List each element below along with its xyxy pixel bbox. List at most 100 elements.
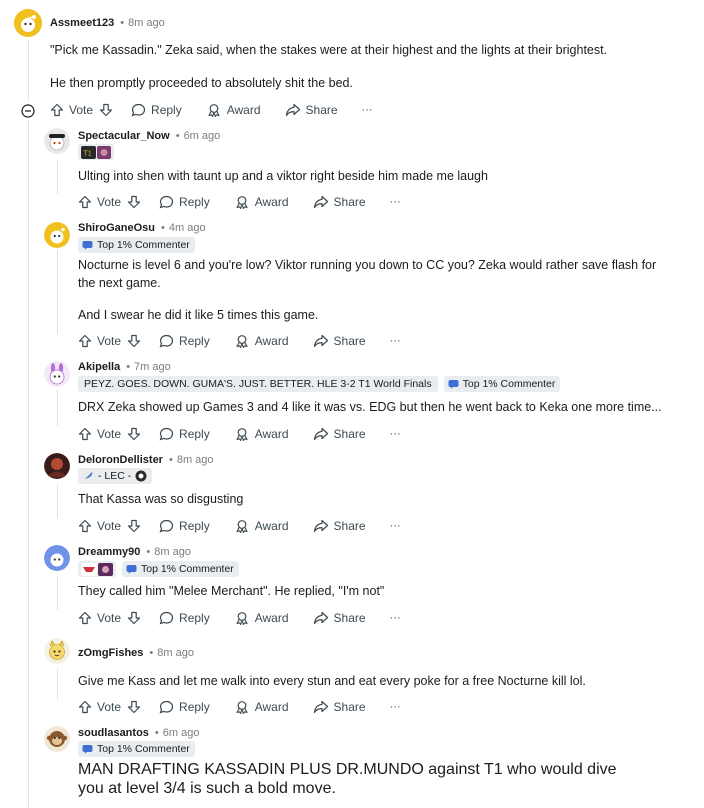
share-button[interactable]: Share [313, 427, 366, 441]
user-flair-row: Top 1% Commenter [78, 561, 239, 577]
reply-button[interactable]: Reply [159, 427, 210, 441]
author-name[interactable]: DeloronDellister [78, 454, 163, 466]
comment-time[interactable]: 8m ago [177, 454, 214, 466]
downvote-button[interactable] [127, 700, 141, 714]
avatar[interactable] [44, 128, 70, 154]
author-name[interactable]: ShiroGaneOsu [78, 222, 155, 234]
author-name[interactable]: zOmgFishes [78, 647, 143, 659]
collapse-button[interactable] [21, 104, 35, 123]
author-name[interactable]: Assmeet123 [50, 17, 114, 29]
comment-time[interactable]: 4m ago [169, 222, 206, 234]
comment-time[interactable]: 6m ago [163, 727, 200, 739]
award-button[interactable]: Award [206, 103, 261, 117]
top-commenter-icon [448, 380, 459, 389]
share-label: Share [333, 611, 366, 625]
upvote-button[interactable]: Vote [78, 195, 121, 209]
comment-time[interactable]: 6m ago [184, 130, 221, 142]
downvote-button[interactable] [127, 519, 141, 533]
downvote-button[interactable] [127, 427, 141, 441]
author-name[interactable]: Spectacular_Now [78, 130, 170, 142]
comment-actions: Vote Reply Award Share ··· [50, 103, 373, 117]
more-options-button[interactable]: ··· [390, 520, 401, 532]
reply-button[interactable]: Reply [159, 195, 210, 209]
share-button[interactable]: Share [313, 700, 366, 714]
avatar[interactable] [44, 638, 70, 664]
author-name[interactable]: Dreammy90 [78, 546, 140, 558]
comment-actions: Vote Reply Award Share ··· [78, 427, 401, 441]
upvote-button[interactable]: Vote [78, 334, 121, 348]
more-options-button[interactable]: ··· [362, 104, 373, 116]
flair-text: Top 1% Commenter [97, 239, 190, 251]
top-commenter-badge: Top 1% Commenter [443, 376, 561, 392]
comment-meta: soudlasantos • 6m ago [78, 727, 199, 739]
reply-button[interactable]: Reply [131, 103, 182, 117]
comment-text: the next game. [78, 276, 161, 290]
more-options-icon: ··· [361, 104, 373, 116]
comment-text: That Kassa was so disgusting [78, 492, 244, 506]
award-button[interactable]: Award [234, 427, 289, 441]
upvote-button[interactable]: Vote [78, 611, 121, 625]
avatar[interactable] [44, 361, 70, 387]
more-options-button[interactable]: ··· [390, 428, 401, 440]
flair-text: Top 1% Commenter [97, 743, 190, 755]
reply-button[interactable]: Reply [159, 334, 210, 348]
thread-line [57, 484, 58, 518]
upvote-button[interactable]: Vote [78, 427, 121, 441]
comment-time[interactable]: 8m ago [157, 647, 194, 659]
share-button[interactable]: Share [313, 334, 366, 348]
downvote-button[interactable] [127, 195, 141, 209]
downvote-button[interactable] [99, 103, 113, 117]
downvote-button[interactable] [127, 334, 141, 348]
vote-label: Vote [97, 700, 122, 714]
share-button[interactable]: Share [313, 195, 366, 209]
award-button[interactable]: Award [234, 700, 289, 714]
avatar[interactable] [44, 453, 70, 479]
comment-meta: Assmeet123 • 8m ago [50, 17, 165, 29]
author-name[interactable]: Akipella [78, 361, 120, 373]
avatar[interactable] [44, 545, 70, 571]
more-options-button[interactable]: ··· [390, 701, 401, 713]
thread-line [57, 250, 58, 334]
more-options-button[interactable]: ··· [390, 612, 401, 624]
more-options-button[interactable]: ··· [390, 335, 401, 347]
upvote-button[interactable]: Vote [78, 700, 121, 714]
award-icon [236, 520, 248, 533]
award-button[interactable]: Award [234, 195, 289, 209]
comment-time[interactable]: 8m ago [128, 17, 165, 29]
upvote-button[interactable]: Vote [50, 103, 93, 117]
more-options-button[interactable]: ··· [390, 196, 401, 208]
share-label: Share [333, 700, 366, 714]
avatar[interactable] [44, 726, 70, 752]
separator-dot: • [146, 546, 151, 558]
award-button[interactable]: Award [234, 334, 289, 348]
comment-actions: Vote Reply Award Share ··· [78, 611, 401, 625]
award-button[interactable]: Award [234, 519, 289, 533]
more-options-icon: ··· [389, 428, 401, 440]
comment-time[interactable]: 8m ago [154, 546, 191, 558]
upvote-icon [78, 195, 92, 209]
share-button[interactable]: Share [313, 519, 366, 533]
author-name[interactable]: soudlasantos [78, 727, 149, 739]
upvote-button[interactable]: Vote [78, 519, 121, 533]
comment-actions: Vote Reply Award Share ··· [78, 519, 401, 533]
reply-button[interactable]: Reply [159, 611, 210, 625]
reply-button[interactable]: Reply [159, 700, 210, 714]
comment-time[interactable]: 7m ago [134, 361, 171, 373]
upvote-icon [78, 427, 92, 441]
avatar[interactable] [14, 9, 42, 37]
comment-meta: ShiroGaneOsu • 4m ago [78, 222, 206, 234]
vote-label: Vote [97, 427, 122, 441]
award-label: Award [254, 611, 289, 625]
reply-button[interactable]: Reply [159, 519, 210, 533]
comment-text: Ulting into shen with taunt up and a vik… [78, 169, 488, 183]
user-flair-row: Top 1% Commenter [78, 237, 195, 253]
separator-dot: • [168, 454, 173, 466]
share-button[interactable]: Share [285, 103, 338, 117]
downvote-icon [127, 195, 141, 209]
award-button[interactable]: Award [234, 611, 289, 625]
comment-text: They called him "Melee Merchant". He rep… [78, 584, 385, 598]
avatar[interactable] [44, 222, 70, 248]
share-label: Share [333, 519, 366, 533]
share-button[interactable]: Share [313, 611, 366, 625]
downvote-button[interactable] [127, 611, 141, 625]
